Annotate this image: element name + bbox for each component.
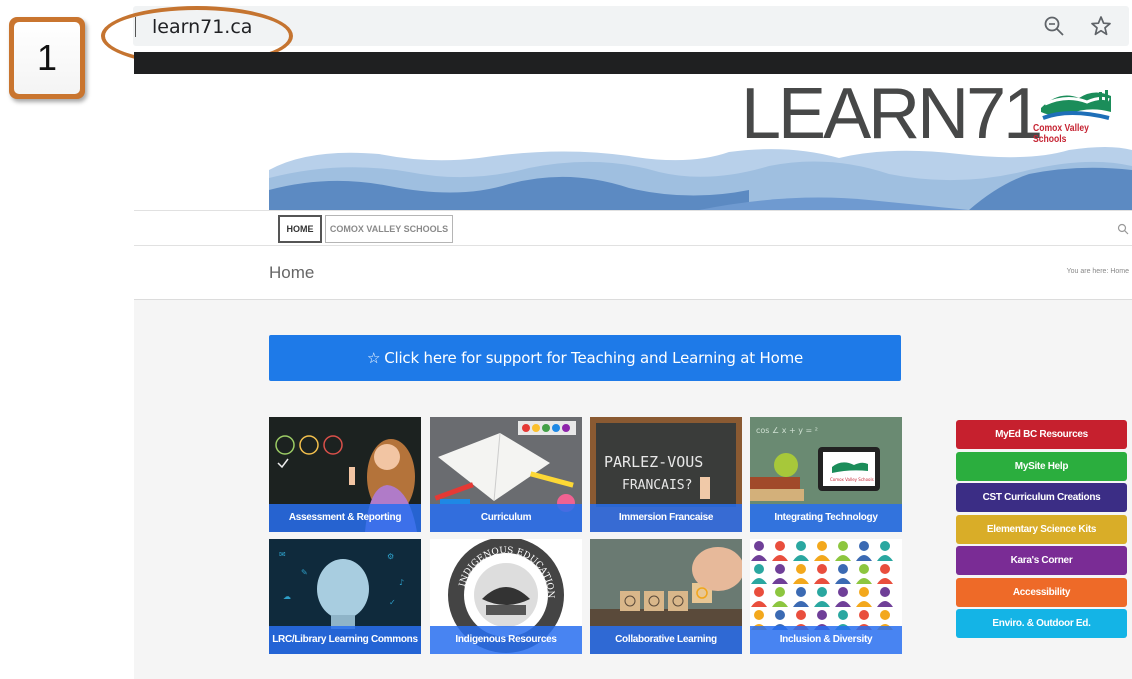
- tile-indigenous-resources[interactable]: INDIGENOUS EDUCATION Indigenous Resource…: [430, 539, 582, 654]
- tile-label: Integrating Technology: [750, 504, 902, 532]
- tile-label: Indigenous Resources: [430, 626, 582, 654]
- side-button-myed-bc-resources[interactable]: MyEd BC Resources: [956, 420, 1127, 449]
- svg-text:✎: ✎: [301, 568, 308, 577]
- site-logo[interactable]: LEARN71: [741, 74, 1043, 154]
- support-button-label: Click here for support for Teaching and …: [384, 349, 804, 367]
- support-teaching-learning-button[interactable]: ☆ Click here for support for Teaching an…: [269, 335, 901, 381]
- side-button-cst-curriculum-creations[interactable]: CST Curriculum Creations: [956, 483, 1127, 512]
- tile-collaborative-learning[interactable]: Collaborative Learning: [590, 539, 742, 654]
- page-title: Home: [269, 263, 315, 282]
- step-number: 1: [14, 22, 80, 94]
- chalkboard-text-2: FRANCAIS?: [622, 478, 692, 493]
- logo-subtitle: Comox Valley Schools: [1033, 123, 1089, 145]
- tile-integrating-technology[interactable]: cos ∠ x + y = ² Comox Valley Schools Int…: [750, 417, 902, 532]
- bookmark-star-icon[interactable]: [1089, 14, 1113, 38]
- chalkboard-text: PARLEZ-VOUS: [604, 453, 703, 471]
- svg-text:✓: ✓: [389, 598, 396, 607]
- svg-text:cos ∠ x + y = ²: cos ∠ x + y = ²: [756, 426, 818, 435]
- tile-curriculum[interactable]: Curriculum: [430, 417, 582, 532]
- tile-label: Assessment & Reporting: [269, 504, 421, 532]
- tile-label: Curriculum: [430, 504, 582, 532]
- top-bar: [134, 52, 1132, 74]
- nav-tab-home[interactable]: HOME: [278, 215, 322, 243]
- screenshot: 1 learn71.ca LEARN71 Comox Valley School…: [0, 0, 1132, 679]
- nav-tab-comox-valley-schools[interactable]: COMOX VALLEY SCHOOLS: [325, 215, 453, 243]
- mountain-banner: [269, 144, 1132, 210]
- main-navigation: HOME COMOX VALLEY SCHOOLS: [134, 210, 1132, 246]
- breadcrumb: You are here: Home: [1066, 268, 1129, 275]
- step-number-badge: 1: [9, 17, 85, 99]
- main-content: ☆ Click here for support for Teaching an…: [134, 300, 1132, 679]
- page-title-row: Home You are here: Home: [134, 246, 1132, 300]
- svg-text:♪: ♪: [399, 578, 404, 587]
- tile-label: LRC/Library Learning Commons: [269, 626, 421, 654]
- search-icon[interactable]: [1117, 223, 1129, 235]
- side-button-mysite-help[interactable]: MySite Help: [956, 452, 1127, 481]
- side-button-enviro-outdoor-ed[interactable]: Enviro. & Outdoor Ed.: [956, 609, 1127, 638]
- zoom-out-icon[interactable]: [1043, 15, 1065, 37]
- tile-immersion-francaise[interactable]: PARLEZ-VOUS FRANCAIS? Immersion Francais…: [590, 417, 742, 532]
- svg-text:✉: ✉: [279, 550, 286, 559]
- side-button-elementary-science-kits[interactable]: Elementary Science Kits: [956, 515, 1127, 544]
- side-button-karas-corner[interactable]: Kara's Corner: [956, 546, 1127, 575]
- tile-inclusion-diversity[interactable]: Inclusion & Diversity: [750, 539, 902, 654]
- tile-label: Collaborative Learning: [590, 626, 742, 654]
- tile-label: Inclusion & Diversity: [750, 626, 902, 654]
- side-button-accessibility[interactable]: Accessibility: [956, 578, 1127, 607]
- svg-text:☁: ☁: [283, 592, 291, 601]
- tile-lrc-library-learning-commons[interactable]: ✉ ✎ ⚙ ♪ ☁ ✓ LRC/Library Learning Commons: [269, 539, 421, 654]
- tablet-text: Comox Valley Schools: [830, 477, 874, 482]
- web-page: LEARN71 Comox Valley Schools HOME COMOX …: [134, 52, 1132, 679]
- tile-label: Immersion Francaise: [590, 504, 742, 532]
- svg-text:⚙: ⚙: [387, 552, 394, 561]
- tile-assessment-reporting[interactable]: Assessment & Reporting: [269, 417, 421, 532]
- star-icon: ☆: [366, 349, 381, 367]
